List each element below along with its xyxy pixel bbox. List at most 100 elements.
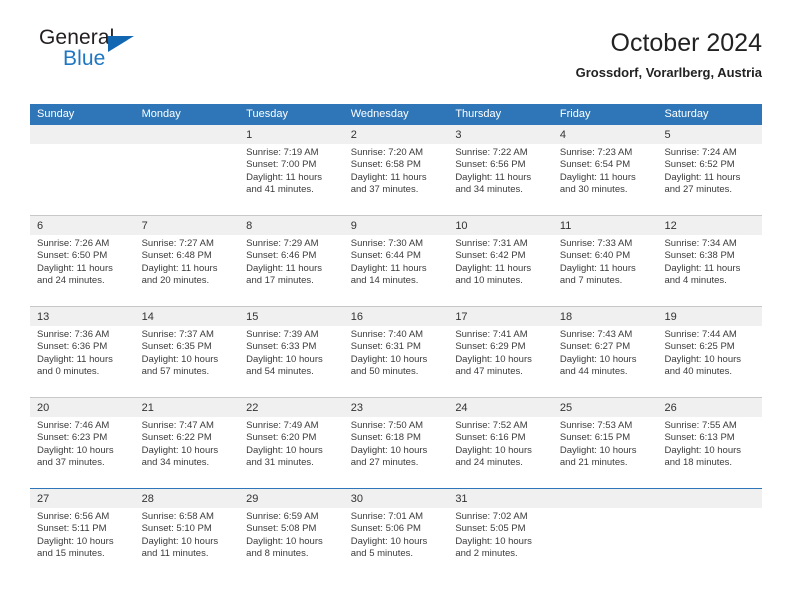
sunrise-line: Sunrise: 7:40 AM: [350, 329, 424, 340]
day-number-band: [657, 489, 763, 508]
day-number-band: 8: [239, 216, 344, 235]
day-number-band: 19: [657, 307, 763, 326]
daylight-line-1: Daylight: 11 hours: [246, 171, 323, 183]
day-cell[interactable]: 5 Sunrise: 7:24 AM Sunset: 6:52 PM Dayli…: [657, 125, 763, 215]
daylight-line-1: Daylight: 11 hours: [455, 171, 532, 183]
day-number-band: 10: [448, 216, 553, 235]
day-number-band: 27: [30, 489, 135, 508]
day-cell[interactable]: 15 Sunrise: 7:39 AM Sunset: 6:33 PM Dayl…: [239, 307, 344, 397]
daylight-line-1: Daylight: 11 hours: [37, 262, 113, 274]
sunrise-line: Sunrise: 7:02 AM: [455, 511, 528, 522]
day-cell[interactable]: 13 Sunrise: 7:36 AM Sunset: 6:36 PM Dayl…: [30, 307, 135, 397]
day-cell[interactable]: 17 Sunrise: 7:41 AM Sunset: 6:29 PM Dayl…: [448, 307, 553, 397]
day-cell[interactable]: 8 Sunrise: 7:29 AM Sunset: 6:46 PM Dayli…: [239, 216, 344, 306]
day-cell[interactable]: 18 Sunrise: 7:43 AM Sunset: 6:27 PM Dayl…: [552, 307, 658, 397]
sunrise-line: Sunrise: 7:24 AM: [664, 147, 737, 158]
day-cell[interactable]: 27 Sunrise: 6:56 AM Sunset: 5:11 PM Dayl…: [30, 489, 135, 579]
day-number: 2: [350, 129, 357, 141]
sunrise-line: Sunrise: 7:34 AM: [664, 238, 737, 249]
daylight-line-1: Daylight: 10 hours: [350, 444, 428, 456]
daylight-line-2: and 34 minutes.: [141, 457, 210, 469]
daylight-line-1: Daylight: 10 hours: [455, 444, 532, 456]
sunset-line: Sunset: 6:22 PM: [141, 432, 212, 444]
day-number: 15: [246, 311, 259, 323]
sunrise-line: Sunrise: 6:59 AM: [246, 511, 319, 522]
day-cell[interactable]: 14 Sunrise: 7:37 AM Sunset: 6:35 PM Dayl…: [134, 307, 240, 397]
sunset-line: Sunset: 6:40 PM: [559, 250, 631, 262]
day-number-band: 31: [448, 489, 553, 508]
sunrise-line: Sunrise: 7:01 AM: [350, 511, 424, 522]
sunrise-line: Sunrise: 7:39 AM: [246, 329, 319, 340]
logo-text-blue: Blue: [63, 47, 106, 70]
page-title: October 2024: [610, 29, 763, 57]
day-number-band: 22: [239, 398, 344, 417]
daylight-line-2: and 0 minutes.: [37, 366, 100, 378]
day-number-band: 28: [134, 489, 240, 508]
day-cell[interactable]: 11 Sunrise: 7:33 AM Sunset: 6:40 PM Dayl…: [552, 216, 658, 306]
day-cell[interactable]: 12 Sunrise: 7:34 AM Sunset: 6:38 PM Dayl…: [657, 216, 763, 306]
day-sun-info: Sunrise: 7:27 AM Sunset: 6:48 PM Dayligh…: [135, 235, 240, 288]
daylight-line-2: and 24 minutes.: [37, 275, 105, 287]
day-cell[interactable]: 24 Sunrise: 7:52 AM Sunset: 6:16 PM Dayl…: [448, 398, 553, 488]
daylight-line-1: Daylight: 11 hours: [559, 262, 636, 274]
day-sun-info: Sunrise: 7:41 AM Sunset: 6:29 PM Dayligh…: [448, 326, 553, 379]
day-cell[interactable]: 4 Sunrise: 7:23 AM Sunset: 6:54 PM Dayli…: [552, 125, 658, 215]
sunrise-line: Sunrise: 7:36 AM: [37, 329, 110, 340]
sunset-line: Sunset: 6:48 PM: [141, 250, 212, 262]
sunrise-line: Sunrise: 6:56 AM: [37, 511, 110, 522]
day-sun-info: Sunrise: 7:53 AM Sunset: 6:15 PM Dayligh…: [553, 417, 658, 470]
day-cell[interactable]: 21 Sunrise: 7:47 AM Sunset: 6:22 PM Dayl…: [134, 398, 240, 488]
weekday-header-wednesday: Wednesday: [350, 108, 409, 120]
week-row: 20 Sunrise: 7:46 AM Sunset: 6:23 PM Dayl…: [30, 397, 763, 488]
daylight-line-2: and 34 minutes.: [455, 184, 523, 196]
day-cell[interactable]: 7 Sunrise: 7:27 AM Sunset: 6:48 PM Dayli…: [134, 216, 240, 306]
daylight-line-1: Daylight: 11 hours: [664, 262, 741, 274]
day-cell[interactable]: 22 Sunrise: 7:49 AM Sunset: 6:20 PM Dayl…: [239, 398, 344, 488]
sunset-line: Sunset: 6:36 PM: [37, 341, 108, 353]
daylight-line-2: and 30 minutes.: [559, 184, 628, 196]
day-cell[interactable]: 16 Sunrise: 7:40 AM Sunset: 6:31 PM Dayl…: [343, 307, 449, 397]
day-sun-info: Sunrise: 7:39 AM Sunset: 6:33 PM Dayligh…: [239, 326, 344, 379]
sunset-line: Sunset: 5:11 PM: [37, 523, 107, 535]
day-number-band: 30: [343, 489, 449, 508]
day-cell[interactable]: 23 Sunrise: 7:50 AM Sunset: 6:18 PM Dayl…: [343, 398, 449, 488]
day-cell[interactable]: 9 Sunrise: 7:30 AM Sunset: 6:44 PM Dayli…: [343, 216, 449, 306]
daylight-line-2: and 41 minutes.: [246, 184, 314, 196]
sunrise-line: Sunrise: 7:43 AM: [559, 329, 633, 340]
day-cell[interactable]: 20 Sunrise: 7:46 AM Sunset: 6:23 PM Dayl…: [30, 398, 135, 488]
day-cell[interactable]: 26 Sunrise: 7:55 AM Sunset: 6:13 PM Dayl…: [657, 398, 763, 488]
day-cell[interactable]: 28 Sunrise: 6:58 AM Sunset: 5:10 PM Dayl…: [134, 489, 240, 579]
day-cell[interactable]: 10 Sunrise: 7:31 AM Sunset: 6:42 PM Dayl…: [448, 216, 553, 306]
day-cell[interactable]: 6 Sunrise: 7:26 AM Sunset: 6:50 PM Dayli…: [30, 216, 135, 306]
day-cell[interactable]: 19 Sunrise: 7:44 AM Sunset: 6:25 PM Dayl…: [657, 307, 763, 397]
weekday-header-monday: Monday: [141, 108, 181, 120]
day-cell[interactable]: 2 Sunrise: 7:20 AM Sunset: 6:58 PM Dayli…: [343, 125, 449, 215]
day-number: 26: [664, 402, 677, 414]
day-number: 9: [350, 220, 357, 232]
day-cell[interactable]: 30 Sunrise: 7:01 AM Sunset: 5:06 PM Dayl…: [343, 489, 449, 579]
daylight-line-2: and 8 minutes.: [246, 548, 309, 560]
day-number: 4: [559, 129, 567, 141]
day-number: 18: [559, 311, 573, 323]
day-cell[interactable]: 31 Sunrise: 7:02 AM Sunset: 5:05 PM Dayl…: [448, 489, 553, 579]
daylight-line-1: Daylight: 11 hours: [455, 262, 532, 274]
day-number-band: 21: [134, 398, 240, 417]
daylight-line-1: Daylight: 10 hours: [350, 535, 428, 547]
daylight-line-1: Daylight: 10 hours: [246, 535, 323, 547]
day-sun-info: Sunrise: 7:30 AM Sunset: 6:44 PM Dayligh…: [344, 235, 449, 288]
day-number: 19: [664, 311, 677, 323]
sunrise-line: Sunrise: 7:55 AM: [664, 420, 737, 431]
day-cell[interactable]: 1 Sunrise: 7:19 AM Sunset: 7:00 PM Dayli…: [239, 125, 344, 215]
daylight-line-2: and 4 minutes.: [664, 275, 727, 287]
day-cell[interactable]: 25 Sunrise: 7:53 AM Sunset: 6:15 PM Dayl…: [552, 398, 658, 488]
day-cell[interactable]: 29 Sunrise: 6:59 AM Sunset: 5:08 PM Dayl…: [239, 489, 344, 579]
day-number-band: 18: [552, 307, 658, 326]
weekday-header-thursday: Thursday: [455, 108, 502, 120]
day-number-band: [552, 489, 658, 508]
day-cell[interactable]: 3 Sunrise: 7:22 AM Sunset: 6:56 PM Dayli…: [448, 125, 553, 215]
day-sun-info: Sunrise: 7:31 AM Sunset: 6:42 PM Dayligh…: [448, 235, 553, 288]
day-number-band: 2: [343, 125, 449, 144]
day-number: 30: [350, 493, 363, 505]
daylight-line-1: Daylight: 11 hours: [141, 262, 218, 274]
daylight-line-1: Daylight: 10 hours: [141, 353, 219, 365]
